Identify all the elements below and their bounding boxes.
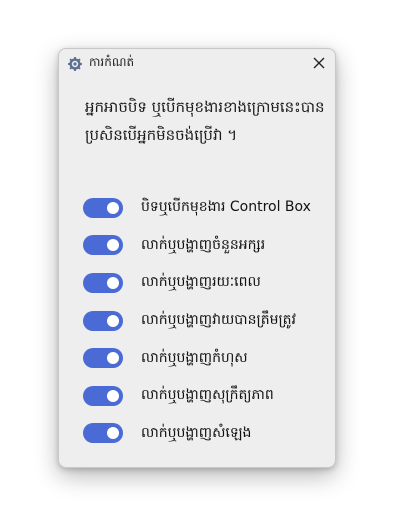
toggle-switch-control-box[interactable] xyxy=(83,197,123,218)
toggle-label: លាក់ឬបង្ហាញចំនួនអក្សរ xyxy=(141,236,266,253)
toggle-label: លាក់ឬបង្ហាញសុក្រឹត្យភាព xyxy=(141,387,274,404)
toggle-knob xyxy=(107,427,119,440)
toggle-switch-character-count[interactable] xyxy=(83,235,123,256)
toggle-knob xyxy=(107,314,119,327)
toggle-row-correct-typed: លាក់ឬបង្ហាញវាយបានត្រឹមត្រូវ xyxy=(83,302,333,340)
toggle-switch-errors[interactable] xyxy=(83,348,123,369)
toggle-knob xyxy=(107,201,119,214)
toggle-row-control-box: បិទឬបើកមុខងារ Control Box xyxy=(83,189,333,227)
gear-icon xyxy=(68,56,82,71)
toggle-knob xyxy=(107,276,119,289)
toggle-row-errors: លាក់ឬបង្ហាញកំហុស xyxy=(83,339,333,377)
toggle-row-accuracy: លាក់ឬបង្ហាញសុក្រឹត្យភាព xyxy=(83,377,333,415)
toggle-knob xyxy=(107,389,119,402)
close-button[interactable] xyxy=(305,51,333,75)
close-icon xyxy=(313,57,325,69)
screen: ការកំណត់ អ្នកអាចបិទ ឬបើកមុខងារខាងក្រោមនេ… xyxy=(0,0,404,528)
toggle-row-duration: លាក់ឬបង្ហាញរយៈពេល xyxy=(83,264,333,302)
toggle-switch-sound[interactable] xyxy=(83,423,123,444)
toggle-switch-duration[interactable] xyxy=(83,272,123,293)
toggle-label: លាក់ឬបង្ហាញវាយបានត្រឹមត្រូវ xyxy=(141,312,296,329)
window-title: ការកំណត់ xyxy=(89,55,135,69)
toggle-knob xyxy=(107,239,119,252)
toggle-switch-correct-typed[interactable] xyxy=(83,310,123,331)
toggle-label: លាក់ឬបង្ហាញសំឡេង xyxy=(141,424,252,441)
settings-dialog: ការកំណត់ អ្នកអាចបិទ ឬបើកមុខងារខាងក្រោមនេ… xyxy=(58,48,336,468)
description-text: អ្នកអាចបិទ ឬបើកមុខងារខាងក្រោមនេះបាន ប្រស… xyxy=(85,98,325,144)
toggle-switch-accuracy[interactable] xyxy=(83,385,123,406)
toggle-list: បិទឬបើកមុខងារ Control Box លាក់ឬបង្ហាញចំន… xyxy=(83,189,333,452)
toggle-label: លាក់ឬបង្ហាញកំហុស xyxy=(141,349,248,366)
toggle-label: បិទឬបើកមុខងារ Control Box xyxy=(141,199,311,216)
title-bar[interactable]: ការកំណត់ xyxy=(59,49,335,77)
toggle-label: លាក់ឬបង្ហាញរយៈពេល xyxy=(141,274,261,291)
toggle-row-character-count: លាក់ឬបង្ហាញចំនួនអក្សរ xyxy=(83,227,333,265)
toggle-knob xyxy=(107,352,119,365)
toggle-row-sound: លាក់ឬបង្ហាញសំឡេង xyxy=(83,415,333,453)
